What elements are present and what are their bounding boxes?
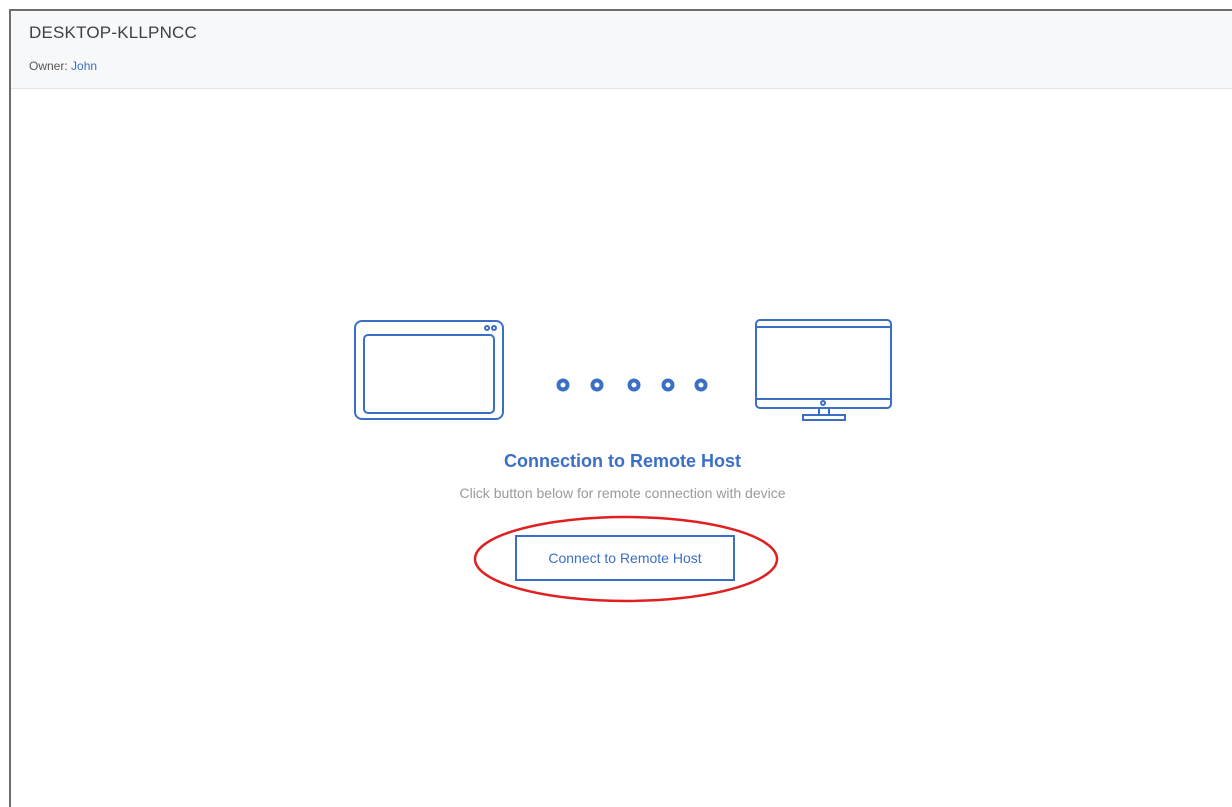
remote-connection-panel: Connection to Remote Host Click button b… — [11, 89, 1232, 807]
tablet-icon — [354, 320, 504, 420]
connection-dots-icon — [556, 378, 708, 392]
remote-session-window: DESKTOP-KLLPNCC Owner: John Connection t… — [9, 9, 1232, 807]
connection-subtitle: Click button below for remote connection… — [459, 485, 786, 501]
owner-line: Owner: John — [29, 59, 97, 73]
owner-label: Owner: — [29, 59, 68, 73]
connection-title: Connection to Remote Host — [504, 451, 741, 471]
owner-name-link[interactable]: John — [71, 59, 97, 73]
device-header: DESKTOP-KLLPNCC Owner: John — [11, 11, 1232, 89]
connect-to-remote-host-button[interactable]: Connect to Remote Host — [515, 535, 735, 581]
connection-illustration — [354, 319, 892, 421]
monitor-icon — [755, 319, 892, 421]
device-name: DESKTOP-KLLPNCC — [29, 23, 198, 42]
